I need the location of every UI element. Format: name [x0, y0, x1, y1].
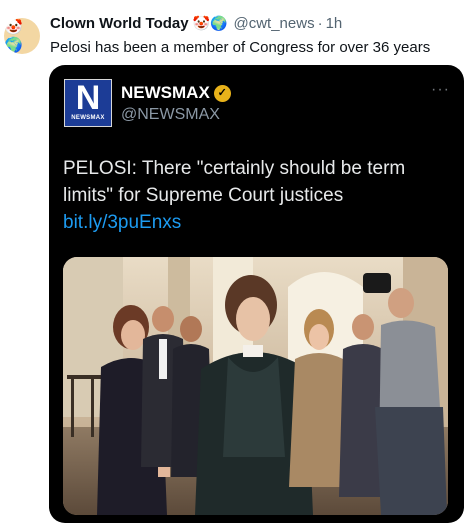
- quoted-link[interactable]: bit.ly/3puEnxs: [63, 212, 181, 233]
- avatar-emoji: 🤡🌍: [4, 19, 23, 54]
- quoted-author-handle[interactable]: @NEWSMAX: [121, 106, 220, 124]
- verified-badge-icon: ✓: [213, 84, 231, 102]
- quoted-text-body: PELOSI: There "certainly should be term …: [63, 158, 406, 206]
- logo-text: NEWSMAX: [71, 115, 105, 121]
- author-avatar[interactable]: 🤡🌍: [4, 18, 40, 54]
- tweet-time[interactable]: 1h: [326, 15, 343, 32]
- author-handle[interactable]: @cwt_news: [233, 15, 314, 32]
- quoted-author-name[interactable]: NEWSMAX: [121, 83, 210, 103]
- newsmax-logo[interactable]: N NEWSMAX: [64, 79, 112, 127]
- quoted-photo[interactable]: [63, 257, 448, 515]
- tweet-header: Clown World Today 🤡🌍 @cwt_news · 1h: [50, 15, 342, 32]
- more-options-icon[interactable]: ···: [431, 81, 450, 99]
- separator-dot: ·: [317, 15, 323, 32]
- author-name[interactable]: Clown World Today: [50, 15, 189, 32]
- quoted-author-row: NEWSMAX ✓: [121, 83, 231, 103]
- quoted-tweet-text: PELOSI: There "certainly should be term …: [63, 155, 455, 236]
- tweet-text: Pelosi has been a member of Congress for…: [50, 39, 431, 56]
- quoted-tweet-card[interactable]: N NEWSMAX NEWSMAX ✓ @NEWSMAX ··· PELOSI:…: [49, 65, 464, 523]
- logo-letter: N: [75, 79, 101, 117]
- author-emojis: 🤡🌍: [192, 15, 228, 31]
- photo-illustration: [63, 257, 448, 515]
